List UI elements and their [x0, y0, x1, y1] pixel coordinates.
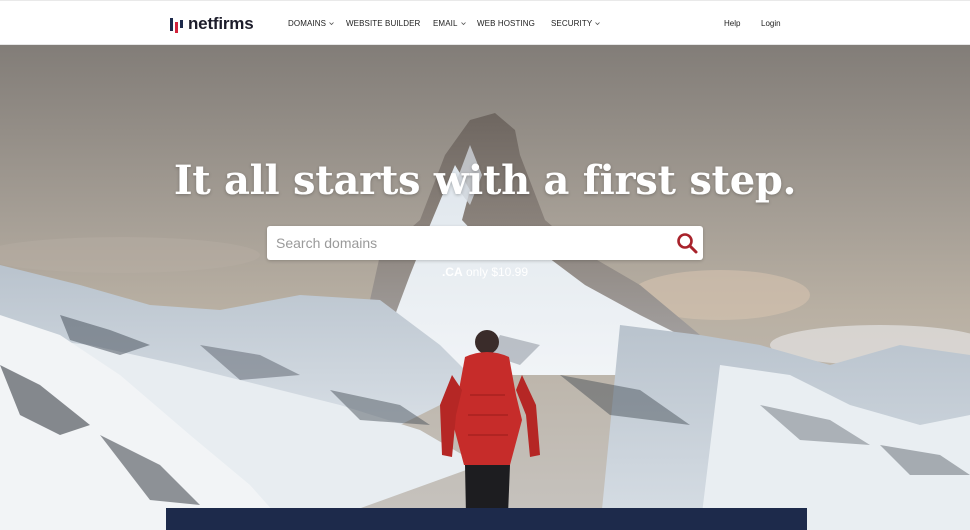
search-icon[interactable]	[675, 231, 699, 255]
login-link[interactable]: Login	[761, 19, 781, 28]
nav-domains[interactable]: DOMAINS	[288, 19, 335, 28]
bottom-panel	[166, 508, 807, 530]
mountain-background-image	[0, 45, 970, 530]
netfirms-logo[interactable]: netfirms	[170, 13, 254, 35]
promo-tld: .CA	[441, 265, 463, 279]
nav-web-hosting-label: WEB HOSTING	[477, 19, 535, 28]
domain-promo: .CA only $10.99	[0, 265, 970, 279]
promo-price: only $10.99	[465, 265, 529, 279]
nav-website-builder[interactable]: WEBSITE BUILDER	[346, 19, 420, 28]
chevron-down-icon	[329, 22, 334, 26]
hero-title: It all starts with a first step.	[173, 157, 797, 204]
logo-mark-icon	[170, 17, 183, 33]
site-header: netfirms DOMAINS WEBSITE BUILDER EMAIL W…	[0, 0, 970, 45]
nav-email-label: EMAIL	[433, 19, 458, 28]
nav-web-hosting[interactable]: WEB HOSTING	[477, 19, 535, 28]
domain-search-box	[267, 226, 703, 260]
nav-website-builder-label: WEBSITE BUILDER	[346, 19, 421, 28]
domain-search-input[interactable]	[267, 226, 667, 260]
chevron-down-icon	[595, 22, 601, 26]
nav-security[interactable]: SECURITY	[551, 19, 601, 28]
nav-domains-label: DOMAINS	[288, 19, 327, 28]
nav-security-label: SECURITY	[551, 19, 593, 28]
help-link[interactable]: Help	[724, 19, 740, 28]
nav-email[interactable]: EMAIL	[433, 19, 467, 28]
chevron-down-icon	[460, 22, 466, 26]
logo-text: netfirms	[188, 14, 254, 33]
hero-section: It all starts with a first step. .CA onl…	[0, 45, 970, 530]
